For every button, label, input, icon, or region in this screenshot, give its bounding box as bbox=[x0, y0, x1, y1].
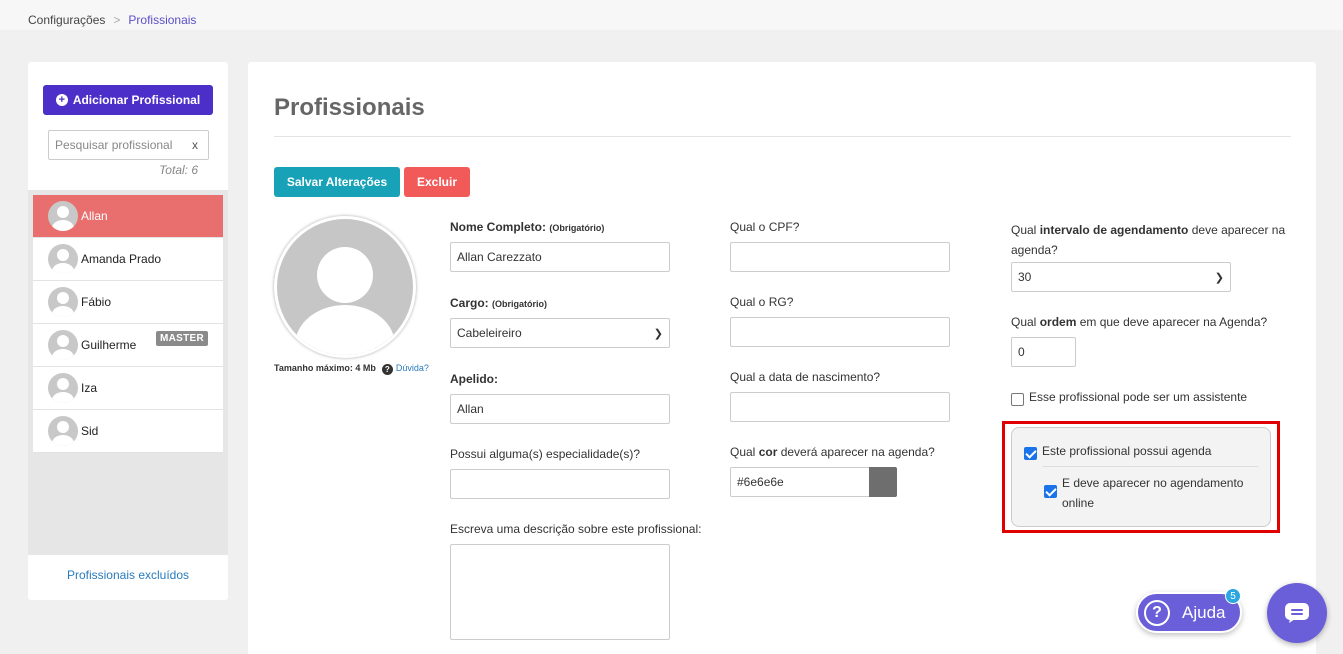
cpf-field[interactable] bbox=[730, 242, 950, 272]
rg-label: Qual o RG? bbox=[730, 295, 794, 309]
help-notification-badge: 5 bbox=[1225, 588, 1241, 604]
professional-name: Guilherme bbox=[81, 338, 137, 352]
save-button[interactable]: Salvar Alterações bbox=[274, 167, 400, 197]
avatar bbox=[48, 373, 78, 403]
chevron-down-icon: ❯ bbox=[1214, 271, 1224, 284]
list-item[interactable]: Iza bbox=[33, 367, 223, 410]
top-bar: Configurações > Profissionais bbox=[0, 0, 1343, 30]
list-item[interactable]: Guilherme MASTER bbox=[33, 324, 223, 367]
list-item[interactable]: Fábio bbox=[33, 281, 223, 324]
chat-bubble-icon bbox=[1285, 603, 1309, 623]
master-badge: MASTER bbox=[155, 331, 208, 346]
nickname-label: Apelido: bbox=[450, 372, 498, 386]
professional-list: Allan Amanda Prado Fábio Guilherme MASTE… bbox=[33, 195, 223, 453]
color-label: Qual cor deverá aparecer na agenda? bbox=[730, 445, 935, 459]
page-title: Profissionais bbox=[274, 94, 425, 121]
photo-size-note: Tamanho máximo: 4 Mb? Dúvida? bbox=[274, 363, 429, 375]
list-item[interactable]: Allan bbox=[33, 195, 223, 238]
avatar bbox=[48, 201, 78, 231]
add-professional-label: Adicionar Profissional bbox=[72, 93, 201, 107]
total-count: Total: 6 bbox=[159, 163, 198, 177]
sidebar: + Adicionar Profissional x Total: 6 Alla… bbox=[28, 62, 228, 600]
search-clear-button[interactable]: x bbox=[192, 138, 198, 152]
birth-date-label: Qual a data de nascimento? bbox=[730, 370, 881, 384]
cpf-label: Qual o CPF? bbox=[730, 220, 800, 234]
breadcrumb-root[interactable]: Configurações bbox=[28, 13, 105, 27]
add-professional-button[interactable]: + Adicionar Profissional bbox=[43, 85, 213, 115]
full-name-field[interactable]: Allan Carezzato bbox=[450, 242, 670, 272]
birth-date-field[interactable] bbox=[730, 392, 950, 422]
list-item[interactable]: Amanda Prado bbox=[33, 238, 223, 281]
excluded-professionals-link[interactable]: Profissionais excluídos bbox=[28, 568, 228, 582]
nickname-field[interactable]: Allan bbox=[450, 394, 670, 424]
main-panel: Profissionais Salvar Alterações Excluir … bbox=[248, 62, 1316, 654]
order-label: Qual ordem em que deve aparecer na Agend… bbox=[1011, 315, 1268, 329]
professional-name: Allan bbox=[81, 209, 108, 223]
search-box: x bbox=[48, 130, 209, 160]
role-label: Cargo: (Obrigatório) bbox=[450, 296, 548, 310]
interval-select[interactable]: 30 ❯ bbox=[1011, 262, 1231, 292]
color-field[interactable]: #6e6e6e bbox=[730, 467, 870, 497]
professional-name: Fábio bbox=[81, 295, 112, 309]
avatar bbox=[48, 244, 78, 274]
highlight-frame bbox=[1002, 421, 1280, 533]
professional-list-panel: Allan Amanda Prado Fábio Guilherme MASTE… bbox=[28, 190, 228, 555]
avatar bbox=[48, 287, 78, 317]
avatar bbox=[48, 416, 78, 446]
help-label: Ajuda bbox=[1182, 602, 1226, 622]
chevron-down-icon: ❯ bbox=[653, 327, 663, 340]
interval-label: Qual intervalo de agendamento deve apare… bbox=[1011, 223, 1286, 257]
rg-field[interactable] bbox=[730, 317, 950, 347]
list-item[interactable]: Sid bbox=[33, 410, 223, 453]
chat-button[interactable] bbox=[1267, 583, 1327, 643]
full-name-label: Nome Completo: (Obrigatório) bbox=[450, 220, 605, 234]
assistant-checkbox[interactable] bbox=[1011, 393, 1024, 406]
breadcrumb: Configurações > Profissionais bbox=[28, 13, 196, 27]
question-circle-icon: ? bbox=[1144, 599, 1170, 626]
professional-name: Amanda Prado bbox=[81, 252, 162, 266]
search-input[interactable] bbox=[49, 131, 179, 159]
avatar bbox=[48, 330, 78, 360]
professional-name: Iza bbox=[81, 381, 98, 395]
professional-name: Sid bbox=[81, 424, 99, 438]
order-field[interactable]: 0 bbox=[1011, 337, 1076, 367]
description-textarea[interactable] bbox=[450, 544, 670, 640]
role-select[interactable]: Cabeleireiro ❯ bbox=[450, 318, 670, 348]
assistant-label: Esse profissional pode ser um assistente bbox=[1029, 390, 1248, 404]
interval-selected-value: 30 bbox=[1018, 270, 1032, 284]
delete-button[interactable]: Excluir bbox=[404, 167, 470, 197]
specialty-field[interactable] bbox=[450, 469, 670, 499]
question-circle-icon: ? bbox=[381, 364, 393, 375]
profile-photo[interactable] bbox=[274, 216, 416, 358]
specialty-label: Possui alguma(s) especialidade(s)? bbox=[450, 447, 641, 461]
breadcrumb-current[interactable]: Profissionais bbox=[128, 13, 196, 27]
photo-size-text: Tamanho máximo: 4 Mb bbox=[274, 363, 376, 373]
photo-help-link[interactable]: Dúvida? bbox=[396, 363, 429, 373]
title-divider bbox=[274, 136, 1291, 137]
breadcrumb-separator: > bbox=[113, 13, 121, 27]
color-swatch[interactable] bbox=[869, 467, 897, 497]
description-label: Escreva uma descrição sobre este profiss… bbox=[450, 522, 702, 536]
plus-circle-icon: + bbox=[55, 94, 68, 106]
role-selected-value: Cabeleireiro bbox=[457, 326, 522, 340]
